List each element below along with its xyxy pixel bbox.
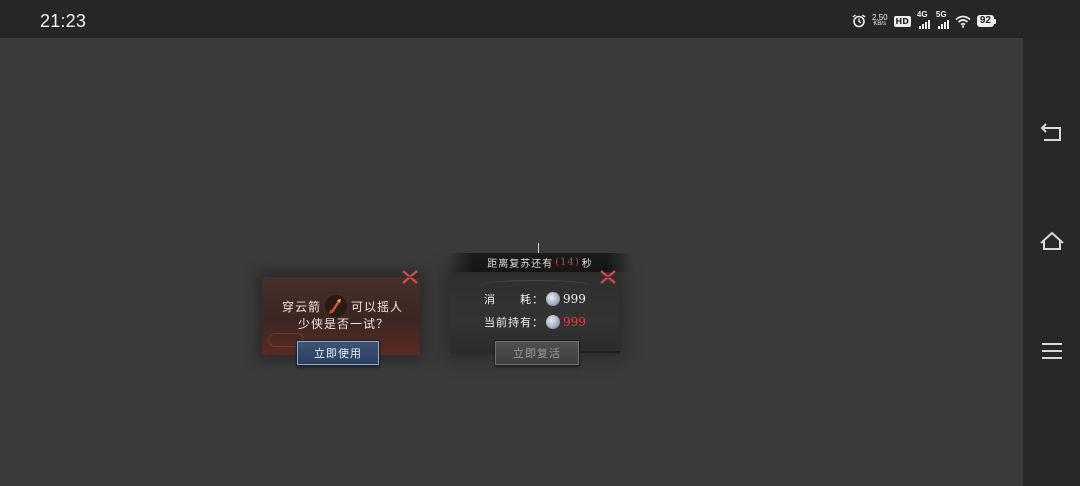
cost-value: 999 (563, 292, 586, 306)
net-speed: 2.50 KB/s (872, 14, 888, 28)
net-speed-unit: KB/s (873, 21, 887, 27)
owned-row: 当前持有： 999 (484, 314, 586, 330)
wifi-icon (955, 15, 971, 28)
home-icon (1040, 231, 1064, 250)
cost-row: 消 耗： 999 (484, 291, 586, 307)
item-name: 穿云箭 (282, 299, 322, 314)
signal-4g-bars-icon (918, 19, 930, 29)
menu-icon (1042, 343, 1062, 359)
signal-5g-bars-icon (937, 19, 949, 29)
status-icons: 2.50 KB/s HD 4G 5G 92 (852, 10, 996, 29)
revive-now-button[interactable]: 立即复活 (495, 341, 579, 365)
timer-prefix: 距离复苏还有 (487, 259, 554, 270)
use-now-button[interactable]: 立即使用 (297, 341, 379, 365)
close-x-icon[interactable] (599, 270, 617, 284)
swirl-ornament (480, 280, 590, 290)
signal-5g-label: 5G (935, 9, 947, 19)
silver-coin-icon (546, 292, 560, 306)
cost-label: 消 耗： (484, 293, 544, 306)
battery-tip (994, 18, 996, 24)
back-icon (1040, 123, 1061, 141)
owned-label: 当前持有： (484, 316, 544, 329)
home-button[interactable] (1037, 226, 1067, 256)
back-button[interactable] (1037, 118, 1067, 148)
use-item-line1: 穿云箭 可以摇人 (282, 295, 412, 317)
signal-4g: 4G (917, 10, 930, 29)
navigation-bar (1023, 38, 1080, 486)
brush-stroke-ornament (580, 351, 620, 353)
signal-4g-label: 4G (916, 9, 928, 19)
timer-suffix: 秒 (581, 259, 593, 270)
owned-value: 999 (563, 315, 586, 329)
hd-badge: HD (893, 15, 911, 27)
status-bar: 21:23 2.50 KB/s HD 4G 5G 92 (0, 0, 1080, 38)
timer-seconds: (14) (555, 257, 580, 268)
battery-indicator: 92 (976, 15, 996, 27)
use-item-question: 少侠是否一试？ (298, 317, 390, 331)
item-description: 可以摇人 (351, 299, 404, 314)
net-speed-value: 2.50 (871, 13, 888, 22)
signal-5g: 5G (936, 10, 949, 29)
status-clock: 21:23 (40, 11, 87, 31)
arrow-item-icon (325, 295, 348, 317)
silver-coin-icon (546, 315, 560, 329)
close-x-icon[interactable] (401, 270, 419, 284)
battery-level: 92 (976, 15, 994, 27)
menu-button[interactable] (1037, 336, 1067, 366)
alarm-icon (852, 14, 866, 28)
